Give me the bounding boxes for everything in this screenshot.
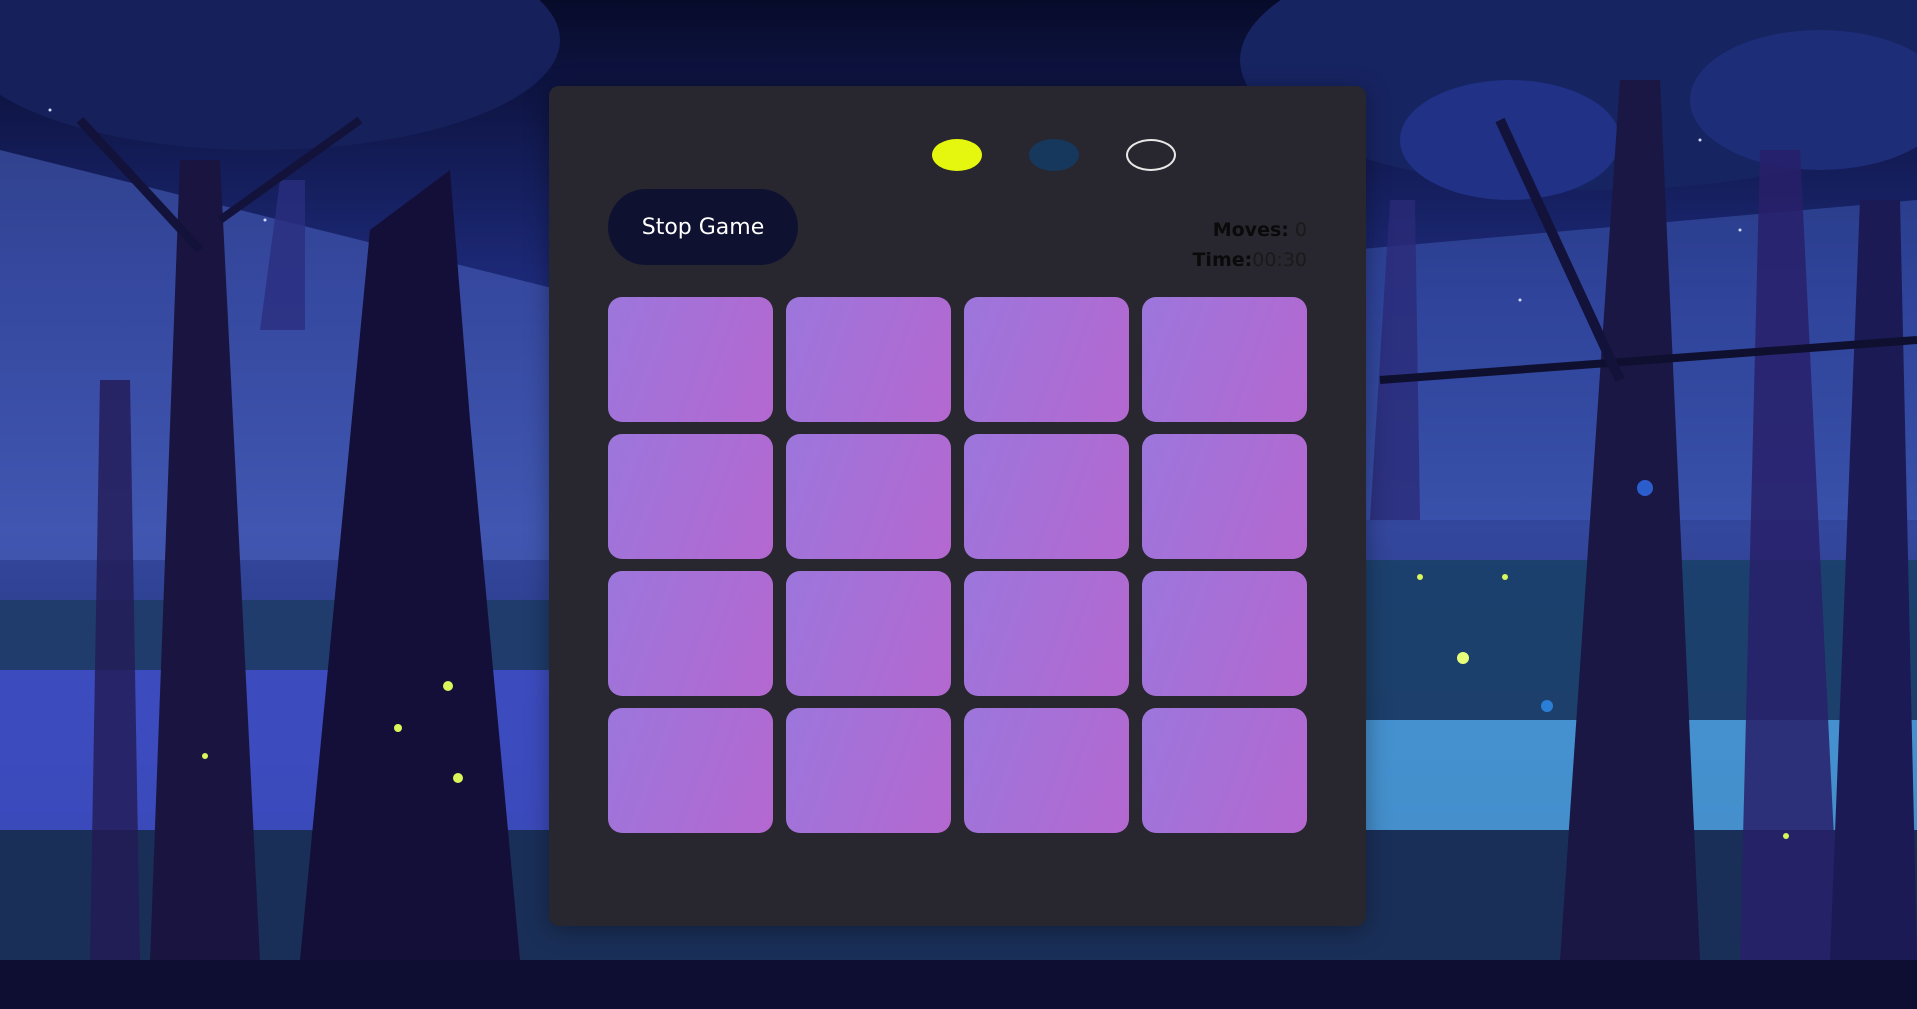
memory-card[interactable] <box>608 297 773 422</box>
memory-card[interactable] <box>964 297 1129 422</box>
memory-card[interactable] <box>1142 297 1307 422</box>
memory-card[interactable] <box>964 708 1129 833</box>
memory-card[interactable] <box>1142 571 1307 696</box>
time-value: 00:30 <box>1252 249 1307 271</box>
teal-indicator-icon <box>1029 139 1079 171</box>
yellow-indicator-icon <box>932 139 982 171</box>
memory-card[interactable] <box>608 708 773 833</box>
stop-game-button[interactable]: Stop Game <box>608 189 798 265</box>
memory-card[interactable] <box>964 571 1129 696</box>
memory-card[interactable] <box>608 434 773 559</box>
moves-row: Moves: 0 <box>1192 215 1307 245</box>
memory-card[interactable] <box>1142 434 1307 559</box>
game-panel: Stop Game Moves: 0 Time:00:30 <box>549 86 1366 926</box>
memory-card[interactable] <box>786 571 951 696</box>
card-grid <box>608 297 1308 833</box>
memory-card[interactable] <box>786 434 951 559</box>
moves-label: Moves: <box>1212 219 1289 241</box>
memory-card[interactable] <box>964 434 1129 559</box>
time-row: Time:00:30 <box>1192 245 1307 275</box>
memory-card[interactable] <box>1142 708 1307 833</box>
moves-value: 0 <box>1294 219 1307 241</box>
game-stats: Moves: 0 Time:00:30 <box>1192 215 1307 275</box>
outline-indicator-icon <box>1126 139 1176 171</box>
memory-card[interactable] <box>786 297 951 422</box>
footer-bar <box>0 960 1917 1009</box>
time-label: Time: <box>1192 249 1253 271</box>
memory-card[interactable] <box>608 571 773 696</box>
memory-card[interactable] <box>786 708 951 833</box>
